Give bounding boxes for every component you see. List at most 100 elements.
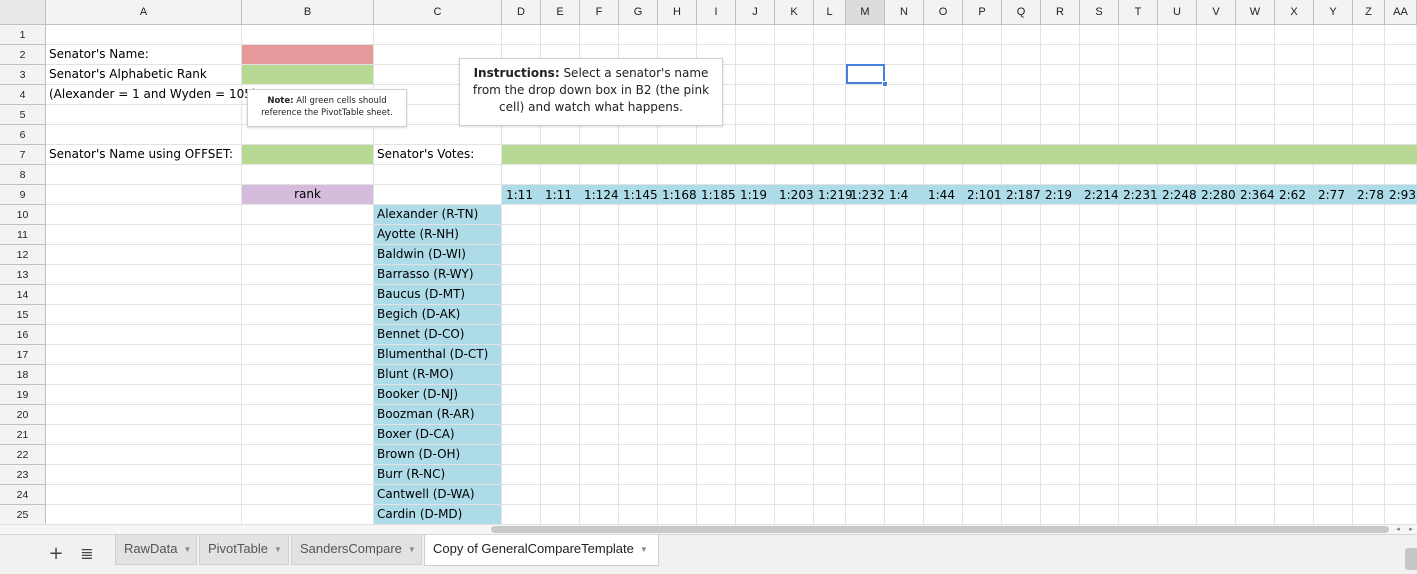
grid-cell[interactable] (1119, 225, 1158, 245)
horizontal-scroll-thumb[interactable] (491, 526, 1389, 533)
grid-cell[interactable] (658, 225, 697, 245)
grid-cell[interactable] (846, 505, 885, 524)
grid-cell[interactable] (1314, 165, 1353, 185)
column-header-n[interactable]: N (885, 0, 924, 25)
grid-cell[interactable] (46, 125, 242, 145)
grid-cell[interactable] (1314, 405, 1353, 425)
column-header-y[interactable]: Y (1314, 0, 1353, 25)
vote-header-cell[interactable]: 2:19 (1045, 185, 1072, 205)
grid-cell[interactable] (1197, 325, 1236, 345)
grid-cell[interactable] (1041, 345, 1080, 365)
grid-cell[interactable] (736, 325, 775, 345)
grid-cell[interactable] (658, 325, 697, 345)
column-header-j[interactable]: J (736, 0, 775, 25)
row-header-19[interactable]: 19 (0, 385, 46, 405)
row-header-2[interactable]: 2 (0, 45, 46, 65)
grid-cell[interactable] (1119, 325, 1158, 345)
grid-cell[interactable] (580, 465, 619, 485)
grid-cell[interactable] (541, 505, 580, 524)
grid-cell[interactable] (885, 485, 924, 505)
grid-cell[interactable] (814, 305, 846, 325)
grid-cell[interactable] (885, 345, 924, 365)
grid-cell[interactable] (885, 105, 924, 125)
grid-cell[interactable] (1119, 425, 1158, 445)
grid-cell[interactable] (1002, 225, 1041, 245)
grid-cell[interactable] (541, 225, 580, 245)
note-textbox[interactable]: Note: All green cells should reference t… (247, 89, 407, 127)
grid-cell[interactable] (1080, 25, 1119, 45)
grid-cell[interactable] (814, 365, 846, 385)
cell-a7[interactable]: Senator's Name using OFFSET: (46, 145, 242, 165)
grid-cell[interactable] (924, 45, 963, 65)
grid-cell[interactable] (963, 345, 1002, 365)
grid-cell[interactable] (736, 405, 775, 425)
grid-cell[interactable] (242, 445, 374, 465)
grid-cell[interactable] (1314, 505, 1353, 524)
senator-cell[interactable]: Cardin (D-MD) (374, 505, 502, 524)
grid-cell[interactable] (541, 385, 580, 405)
grid-cell[interactable] (1385, 205, 1417, 225)
grid-cell[interactable] (963, 45, 1002, 65)
grid-cell[interactable] (502, 405, 541, 425)
grid-cell[interactable] (1158, 45, 1197, 65)
grid-cell[interactable] (46, 505, 242, 524)
grid-cell[interactable] (1002, 165, 1041, 185)
grid-cell[interactable] (1197, 205, 1236, 225)
grid-cell[interactable] (924, 205, 963, 225)
row-header-21[interactable]: 21 (0, 425, 46, 445)
grid-cell[interactable] (46, 285, 242, 305)
grid-cell[interactable] (736, 425, 775, 445)
grid-cell[interactable] (658, 25, 697, 45)
grid-cell[interactable] (1385, 45, 1417, 65)
grid-cell[interactable] (814, 105, 846, 125)
grid-cell[interactable] (924, 445, 963, 465)
grid-cell[interactable] (1275, 45, 1314, 65)
grid-cell[interactable] (1353, 365, 1385, 385)
grid-cell[interactable] (1275, 25, 1314, 45)
grid-cell[interactable] (1275, 445, 1314, 465)
column-header-x[interactable]: X (1275, 0, 1314, 25)
row-header-18[interactable]: 18 (0, 365, 46, 385)
grid-cell[interactable] (846, 225, 885, 245)
grid-cell[interactable] (1041, 465, 1080, 485)
grid-cell[interactable] (775, 125, 814, 145)
grid-cell[interactable] (1275, 325, 1314, 345)
vote-header-cell[interactable]: 1:203 (779, 185, 814, 205)
grid-cell[interactable] (846, 85, 885, 105)
grid-cell[interactable] (1353, 445, 1385, 465)
grid-cell[interactable] (775, 385, 814, 405)
grid-cell[interactable] (775, 45, 814, 65)
grid-cell[interactable] (697, 425, 736, 445)
grid-cell[interactable] (814, 225, 846, 245)
row-header-20[interactable]: 20 (0, 405, 46, 425)
grid-cell[interactable] (814, 445, 846, 465)
grid-cell[interactable] (46, 465, 242, 485)
senator-cell[interactable]: Blunt (R-MO) (374, 365, 502, 385)
grid-cell[interactable] (1353, 425, 1385, 445)
grid-cell[interactable] (1119, 245, 1158, 265)
grid-cell[interactable] (924, 325, 963, 345)
grid-cell[interactable] (46, 25, 242, 45)
senator-cell[interactable]: Baucus (D-MT) (374, 285, 502, 305)
grid-cell[interactable] (963, 465, 1002, 485)
grid-cell[interactable] (1119, 25, 1158, 45)
grid-cell[interactable] (924, 365, 963, 385)
column-header-q[interactable]: Q (1002, 0, 1041, 25)
grid-cell[interactable] (541, 485, 580, 505)
grid-cell[interactable] (1002, 385, 1041, 405)
grid-cell[interactable] (1197, 225, 1236, 245)
grid-cell[interactable] (1041, 505, 1080, 524)
row-header-22[interactable]: 22 (0, 445, 46, 465)
grid-cell[interactable] (502, 285, 541, 305)
grid-cell[interactable] (1119, 405, 1158, 425)
senator-name-dropdown-b2[interactable] (242, 45, 374, 65)
vote-header-cell[interactable]: 2:187 (1006, 185, 1041, 205)
scroll-right-arrow-icon[interactable]: ▸ (1406, 525, 1416, 534)
grid-cell[interactable] (1314, 305, 1353, 325)
active-cell-selection[interactable] (846, 64, 885, 84)
grid-cell[interactable] (963, 425, 1002, 445)
grid-cell[interactable] (814, 65, 846, 85)
grid-cell[interactable] (1353, 345, 1385, 365)
grid-cell[interactable] (1314, 385, 1353, 405)
grid-cell[interactable] (885, 505, 924, 524)
